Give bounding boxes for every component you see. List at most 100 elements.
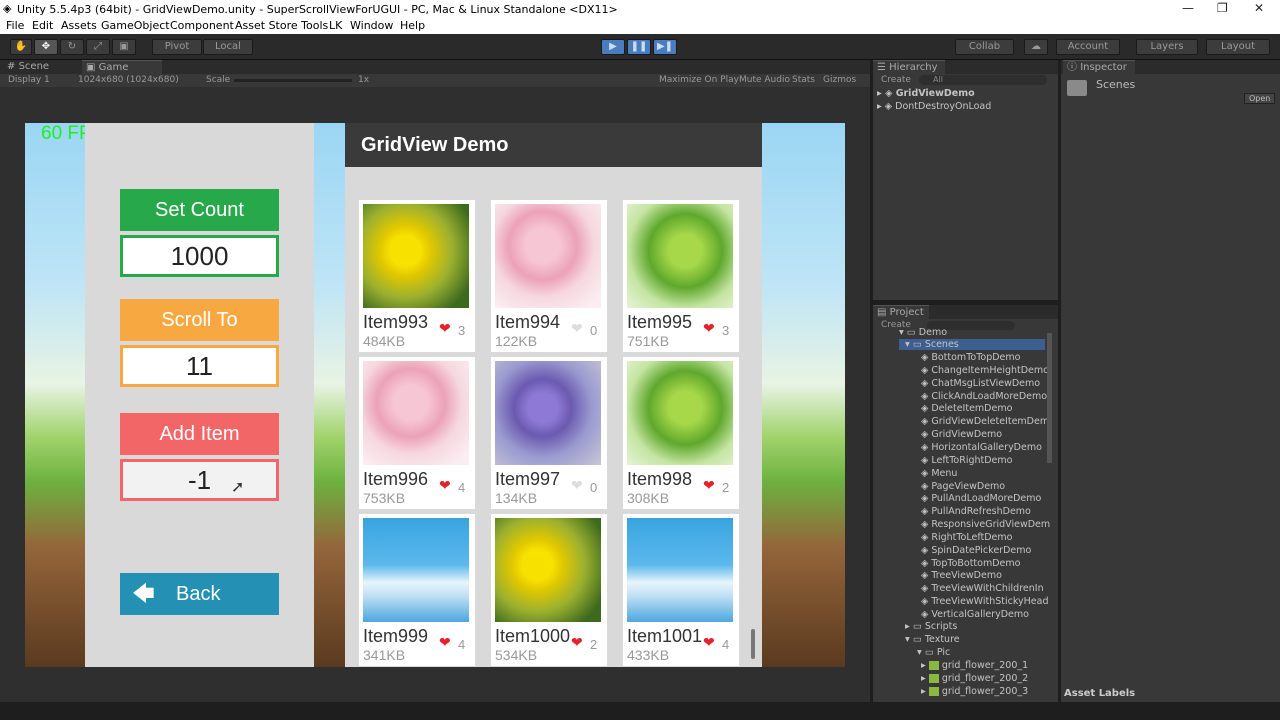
tab-game[interactable]: ▣ Game <box>82 60 162 74</box>
hierarchy-create[interactable]: Create <box>881 75 911 85</box>
menu-edit[interactable]: Edit <box>32 19 53 32</box>
layout-dropdown[interactable]: Layout <box>1206 39 1270 55</box>
pause-icon[interactable]: ❚❚ <box>627 39 651 55</box>
scene-file[interactable]: ◈ RightToLeftDemo <box>921 532 1012 543</box>
scene-file[interactable]: ◈ SpinDatePickerDemo <box>921 545 1031 556</box>
count-input[interactable]: 1000 <box>120 235 279 277</box>
add-item-input[interactable]: -1 <box>120 459 279 501</box>
menu-window[interactable]: Window <box>350 19 393 32</box>
grid-scroll-area[interactable]: Item990953KB❤3Item991518KB❤3Item992866KB… <box>345 123 762 667</box>
project-folder-pic[interactable]: ▾ ▭ Pic <box>911 647 950 658</box>
project-folder-scenes[interactable]: ▾ ▭ Scenes <box>899 339 1045 350</box>
hierarchy-item-dontdestroy[interactable]: ▸ ◈ DontDestroyOnLoad <box>877 101 991 112</box>
resolution-select[interactable]: 1024x680 (1024x680) <box>78 75 179 85</box>
menu-asset-store-tools[interactable]: Asset Store Tools <box>235 19 328 32</box>
scale-tool-icon[interactable]: ⤢ <box>86 39 110 55</box>
minimize-icon[interactable]: — <box>1182 1 1194 15</box>
scene-file[interactable]: ◈ TreeViewWithStickyHead <box>921 596 1049 607</box>
pivot-toggle[interactable]: Pivot <box>152 39 202 55</box>
grid-scrollbar[interactable] <box>751 629 755 659</box>
heart-icon[interactable]: ❤ <box>571 321 583 337</box>
texture-file[interactable]: ▸ grid_flower_200_1 <box>921 660 1028 671</box>
tab-hierarchy[interactable]: ☰ Hierarchy <box>873 60 945 74</box>
scene-file[interactable]: ◈ ResponsiveGridViewDem <box>921 519 1050 530</box>
grid-item[interactable]: Item995 751KB ❤ 3 <box>623 200 739 352</box>
account-dropdown[interactable]: Account <box>1056 39 1120 55</box>
layers-dropdown[interactable]: Layers <box>1136 39 1198 55</box>
open-button[interactable]: Open <box>1244 93 1276 104</box>
cloud-icon[interactable]: ☁ <box>1024 39 1048 55</box>
grid-item[interactable]: Item1001 433KB ❤ 4 <box>623 514 739 666</box>
maximize-icon[interactable]: ❐ <box>1217 1 1228 15</box>
scene-file[interactable]: ◈ TopToBottomDemo <box>921 558 1020 569</box>
hierarchy-item-gridviewdemo[interactable]: ▸ ◈ GridViewDemo <box>877 88 975 99</box>
scene-file[interactable]: ◈ LeftToRightDemo <box>921 455 1012 466</box>
scene-file[interactable]: ◈ PullAndRefreshDemo <box>921 506 1031 517</box>
scene-file[interactable]: ◈ HorizontalGalleryDemo <box>921 442 1042 453</box>
tab-inspector[interactable]: ⓘ Inspector <box>1063 60 1135 74</box>
tab-project[interactable]: ▤ Project <box>873 305 929 319</box>
grid-item[interactable]: Item1000 534KB ❤ 2 <box>491 514 607 666</box>
scroll-to-button[interactable]: Scroll To <box>120 299 279 341</box>
heart-icon[interactable]: ❤ <box>571 635 583 651</box>
move-tool-icon[interactable]: ✥ <box>34 39 58 55</box>
project-folder-scripts[interactable]: ▸ ▭ Scripts <box>899 621 957 632</box>
hand-tool-icon[interactable]: ✋ <box>10 39 32 55</box>
texture-file[interactable]: ▸ grid_flower_200_3 <box>921 686 1028 697</box>
scene-file[interactable]: ◈ Menu <box>921 468 957 479</box>
play-icon[interactable]: ▶ <box>601 39 625 55</box>
maximize-on-play-toggle[interactable]: Maximize On Play <box>659 75 739 85</box>
set-count-button[interactable]: Set Count <box>120 189 279 231</box>
grid-item[interactable]: Item994 122KB ❤ 0 <box>491 200 607 352</box>
display-select[interactable]: Display 1 <box>8 75 50 85</box>
heart-icon[interactable]: ❤ <box>439 635 451 651</box>
heart-icon[interactable]: ❤ <box>571 478 583 494</box>
grid-item[interactable]: Item993 484KB ❤ 3 <box>359 200 475 352</box>
stats-toggle[interactable]: Stats <box>792 75 815 85</box>
scene-file[interactable]: ◈ GridViewDemo <box>921 429 1002 440</box>
scene-file[interactable]: ◈ GridViewDeleteItemDem <box>921 416 1049 427</box>
scene-file[interactable]: ◈ TreeViewDemo <box>921 570 1002 581</box>
heart-icon[interactable]: ❤ <box>703 321 715 337</box>
scale-slider[interactable] <box>234 79 352 82</box>
back-button[interactable]: 🡄 Back <box>120 573 279 615</box>
scene-file[interactable]: ◈ BottomToTopDemo <box>921 352 1020 363</box>
heart-icon[interactable]: ❤ <box>439 321 451 337</box>
mute-audio-toggle[interactable]: Mute Audio <box>739 75 790 85</box>
menu-file[interactable]: File <box>6 19 24 32</box>
project-folder-demo[interactable]: ▾ ▭ Demo <box>899 327 947 338</box>
rect-tool-icon[interactable]: ▣ <box>112 39 136 55</box>
rotate-tool-icon[interactable]: ↻ <box>60 39 84 55</box>
heart-icon[interactable]: ❤ <box>703 478 715 494</box>
add-item-button[interactable]: Add Item <box>120 413 279 455</box>
grid-item[interactable]: Item996 753KB ❤ 4 <box>359 357 475 509</box>
scene-file[interactable]: ◈ ChangeItemHeightDemo <box>921 365 1049 376</box>
grid-item[interactable]: Item997 134KB ❤ 0 <box>491 357 607 509</box>
scene-file[interactable]: ◈ ChatMsgListViewDemo <box>921 378 1040 389</box>
scene-file[interactable]: ◈ DeleteItemDemo <box>921 403 1012 414</box>
scene-file[interactable]: ◈ ClickAndLoadMoreDemo <box>921 391 1047 402</box>
menu-assets[interactable]: Assets <box>61 19 97 32</box>
heart-icon[interactable]: ❤ <box>439 478 451 494</box>
texture-file[interactable]: ▸ grid_flower_200_2 <box>921 673 1028 684</box>
menu-help[interactable]: Help <box>400 19 425 32</box>
scene-file[interactable]: ◈ TreeViewWithChildrenIn <box>921 583 1044 594</box>
grid-item[interactable]: Item998 308KB ❤ 2 <box>623 357 739 509</box>
step-icon[interactable]: ▶❚ <box>653 39 677 55</box>
scene-file[interactable]: ◈ PullAndLoadMoreDemo <box>921 493 1041 504</box>
menu-gameobject[interactable]: GameObject <box>101 19 170 32</box>
gizmos-dropdown[interactable]: Gizmos <box>823 75 856 85</box>
project-scrollbar[interactable] <box>1047 333 1052 463</box>
hierarchy-search[interactable]: All <box>919 75 1047 85</box>
scene-file[interactable]: ◈ PageViewDemo <box>921 481 1005 492</box>
heart-icon[interactable]: ❤ <box>703 635 715 651</box>
local-toggle[interactable]: Local <box>203 39 253 55</box>
grid-item[interactable]: Item999 341KB ❤ 4 <box>359 514 475 666</box>
menu-lk[interactable]: LK <box>329 19 342 32</box>
scene-file[interactable]: ◈ VerticalGalleryDemo <box>921 609 1029 620</box>
tab-scene[interactable]: # Scene <box>3 60 54 74</box>
collab-button[interactable]: Collab <box>955 39 1014 55</box>
scroll-to-input[interactable]: 11 <box>120 345 279 387</box>
menu-component[interactable]: Component <box>170 19 234 32</box>
project-folder-texture[interactable]: ▾ ▭ Texture <box>899 634 960 645</box>
